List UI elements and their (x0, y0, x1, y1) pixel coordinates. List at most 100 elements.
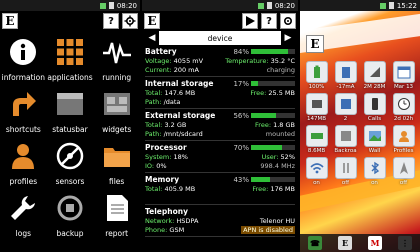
info-right-value-2: mounted (265, 130, 295, 138)
widget-tile[interactable]: 2d 02h (390, 93, 417, 122)
help-button[interactable]: ? (261, 13, 277, 29)
usage-bar (251, 113, 295, 118)
app-logo[interactable]: E (144, 13, 160, 29)
info-row-title: Battery (145, 47, 177, 56)
widget-tile[interactable]: 2M 28M (361, 61, 388, 90)
percent-text: 84% (233, 47, 249, 56)
percent-readout: 17% (233, 80, 295, 88)
widget-tile[interactable]: on (361, 157, 388, 186)
signal-icon (99, 2, 106, 9)
phone-dock-icon[interactable]: ☎ (308, 236, 322, 250)
next-section-button[interactable]: ▶ (280, 31, 295, 45)
app-toolbar: E ? (0, 11, 140, 31)
widget-tile[interactable]: -17mA (332, 61, 359, 90)
info-row-title: Internal storage (145, 79, 214, 88)
app-tile-information[interactable]: information (0, 33, 47, 85)
arrow-right-icon: ▶ (284, 33, 292, 43)
info-row[interactable]: Battery 84% Voltage: 4055 mV Temperature: 3… (145, 45, 295, 77)
widget-grid: 100% -17mA 2M 28M Mar 13 147MB 2 Calls 2d 02h 8.… (303, 61, 417, 186)
info-left-key-1: Voltage: (145, 57, 172, 65)
widget-tile-label: Wall (368, 148, 381, 154)
info-row-title: Processor (145, 143, 187, 152)
app-tile-shortcuts[interactable]: shortcuts (0, 85, 47, 137)
info-right-value-2: charging (266, 66, 295, 74)
info-left-key-1: Total: (145, 185, 163, 193)
current-icon (334, 61, 357, 83)
widget-tile[interactable]: on (303, 157, 330, 186)
gear-icon (124, 15, 136, 27)
three-screenshot-collage: 08:20 E ? information applications running… (0, 0, 420, 252)
percent-text: 43% (233, 175, 249, 184)
widget-tile[interactable]: 147MB (303, 93, 330, 122)
section-navigator: ◀ device ▶ (145, 31, 295, 45)
app-tile-sensors[interactable]: sensors (47, 137, 94, 189)
app-tile-label: information (1, 72, 45, 82)
info-left-value-2: 0% (156, 162, 167, 170)
widget-tile[interactable]: 2 (332, 93, 359, 122)
settings-button[interactable] (280, 13, 296, 29)
app-shortcut-logo[interactable]: E (306, 35, 324, 53)
app-tile-backup[interactable]: backup (47, 189, 94, 241)
prev-section-button[interactable]: ◀ (145, 31, 159, 45)
widget-tile-label: 2 (343, 116, 348, 122)
info-row[interactable]: Telephony Network: HSDPA Telenor HU Phone:… (145, 205, 295, 237)
info-left-key-2: Path: (145, 98, 162, 106)
widget-tile[interactable]: off (332, 157, 359, 186)
pulse-icon (102, 37, 132, 71)
app-tile-label: files (108, 176, 125, 186)
widget-tile[interactable]: Profiles (390, 125, 417, 154)
usage-bar-fill (251, 145, 282, 150)
widget-tile[interactable]: 8.6MB (303, 125, 330, 154)
status-bar: 08:20 (0, 0, 140, 11)
widgets-icon (102, 89, 132, 123)
percent-readout: 43% (233, 176, 295, 184)
info-left-value-1: 4055 mV (173, 57, 204, 65)
apps-grid-icon (55, 37, 85, 71)
app-tile-files[interactable]: files (93, 137, 140, 189)
info-left-value-1: 18% (173, 153, 188, 161)
percent-readout: 70% (233, 144, 295, 152)
play-button[interactable] (242, 13, 258, 29)
info-row[interactable]: External storage 56% Total: 3.2 GB Free: 1.… (145, 109, 295, 141)
percent-text: 56% (233, 111, 249, 120)
info-row[interactable]: Internal storage 17% Total: 147.6 MB Free: … (145, 77, 295, 109)
app-tile-applications[interactable]: applications (47, 33, 94, 85)
app-tile-statusbar[interactable]: statusbar (47, 85, 94, 137)
data-icon (334, 157, 357, 179)
battery-status-icon (388, 2, 394, 9)
info-row-title: External storage (145, 111, 216, 120)
app-tile-report[interactable]: report (93, 189, 140, 241)
widget-tile[interactable]: Mar 13 (390, 61, 417, 90)
info-row[interactable]: Processor 70% System: 18% User: 52% IO: 0% 99… (145, 141, 295, 173)
battery-icon (305, 61, 328, 83)
info-right-value-1: 176 MB (270, 185, 295, 193)
info-right-key-1: Free: (250, 89, 267, 97)
app-drawer-icon[interactable]: ⋮ (398, 236, 412, 250)
settings-button[interactable] (122, 13, 138, 29)
info-right-key-1: Temperature: (225, 57, 269, 65)
info-left-value-1: 3.2 GB (164, 121, 187, 129)
app-tile-label: widgets (102, 124, 132, 134)
wallpaper-icon (363, 125, 386, 147)
battery-status-icon (108, 2, 114, 9)
info-right-value-1: 1.8 GB (273, 121, 295, 129)
app-dock-logo[interactable]: E (338, 236, 352, 250)
gmail-dock-icon[interactable]: M (368, 236, 382, 250)
widget-tile-label: on (371, 180, 378, 186)
device-info-screen: 08:20 E ? ◀ device ▶ Battery 84% Voltage: … (142, 0, 298, 252)
gear-icon (283, 16, 293, 26)
widget-tile[interactable]: off (390, 157, 417, 186)
info-row[interactable]: Memory 43% Total: 405.9 MB Free: 176 MB (145, 173, 295, 205)
info-icon (8, 37, 38, 71)
usage-bar-fill (251, 81, 259, 86)
widget-tile[interactable]: Backroa (332, 125, 359, 154)
help-button[interactable]: ? (103, 13, 119, 29)
app-tile-profiles[interactable]: profiles (0, 137, 47, 189)
app-tile-logs[interactable]: logs (0, 189, 47, 241)
widget-tile[interactable]: Calls (361, 93, 388, 122)
app-tile-running[interactable]: running (93, 33, 140, 85)
widget-tile[interactable]: 100% (303, 61, 330, 90)
widget-tile[interactable]: Wall (361, 125, 388, 154)
app-logo[interactable]: E (2, 13, 18, 29)
app-tile-widgets[interactable]: widgets (93, 85, 140, 137)
